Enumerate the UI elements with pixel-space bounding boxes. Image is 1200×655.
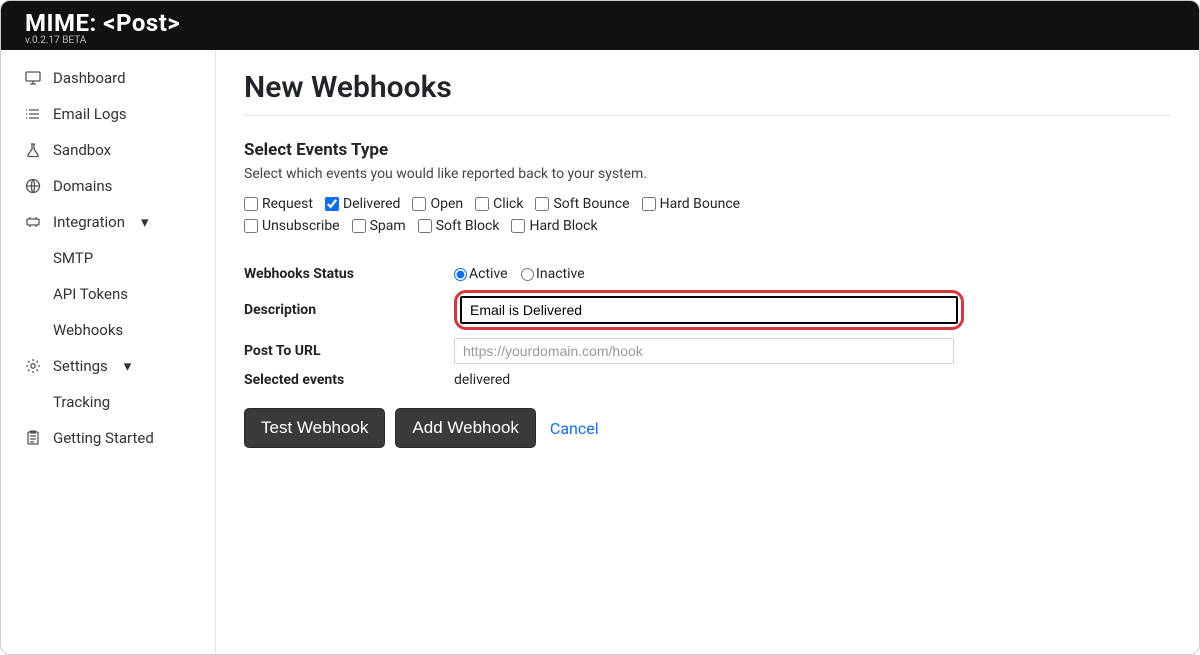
sidebar-item-label: Getting Started bbox=[53, 429, 154, 447]
sidebar-item-label: Webhooks bbox=[53, 321, 123, 339]
event-hard-block[interactable]: Hard Block bbox=[511, 218, 597, 234]
globe-icon bbox=[25, 178, 41, 194]
selected-events-value: delivered bbox=[454, 372, 1171, 388]
event-soft-block-checkbox[interactable] bbox=[418, 219, 432, 233]
sidebar-item-label: Integration bbox=[53, 213, 125, 231]
event-label: Soft Block bbox=[436, 218, 500, 234]
event-unsubscribe-checkbox[interactable] bbox=[244, 219, 258, 233]
sidebar-subitem-api-tokens[interactable]: API Tokens bbox=[9, 276, 215, 312]
status-label: Webhooks Status bbox=[244, 266, 454, 282]
events-section-desc: Select which events you would like repor… bbox=[244, 166, 1171, 182]
event-label: Hard Bounce bbox=[660, 196, 741, 212]
sidebar-item-label: Settings bbox=[53, 357, 108, 375]
status-inactive-radio[interactable] bbox=[521, 268, 534, 281]
sidebar-item-label: Dashboard bbox=[53, 69, 126, 87]
chevron-down-icon: ▾ bbox=[141, 213, 149, 231]
sidebar-subitem-webhooks[interactable]: Webhooks bbox=[9, 312, 215, 348]
event-label: Click bbox=[493, 196, 523, 212]
page-title: New Webhooks bbox=[244, 70, 1171, 105]
sidebar-item-getting-started[interactable]: Getting Started bbox=[9, 420, 215, 456]
post-url-input[interactable] bbox=[454, 338, 954, 364]
events-row-2: Unsubscribe Spam Soft Block Hard Block bbox=[244, 218, 1171, 234]
url-label: Post To URL bbox=[244, 343, 454, 359]
sidebar-item-sandbox[interactable]: Sandbox bbox=[9, 132, 215, 168]
actions-bar: Test Webhook Add Webhook Cancel bbox=[244, 408, 1171, 448]
sidebar-item-label: Sandbox bbox=[53, 141, 111, 159]
sidebar-item-integration[interactable]: Integration ▾ bbox=[9, 204, 215, 240]
chevron-down-icon: ▾ bbox=[124, 357, 132, 375]
event-spam[interactable]: Spam bbox=[352, 218, 406, 234]
status-active-radio[interactable] bbox=[454, 268, 467, 281]
event-hard-bounce[interactable]: Hard Bounce bbox=[642, 196, 741, 212]
plug-icon bbox=[25, 214, 41, 230]
event-soft-bounce-checkbox[interactable] bbox=[535, 197, 549, 211]
flask-icon bbox=[25, 142, 41, 158]
clipboard-icon bbox=[25, 430, 41, 446]
event-label: Delivered bbox=[343, 196, 400, 212]
event-click[interactable]: Click bbox=[475, 196, 523, 212]
event-click-checkbox[interactable] bbox=[475, 197, 489, 211]
event-label: Open bbox=[430, 196, 463, 212]
event-open[interactable]: Open bbox=[412, 196, 463, 212]
divider bbox=[244, 115, 1171, 116]
event-soft-bounce[interactable]: Soft Bounce bbox=[535, 196, 629, 212]
event-soft-block[interactable]: Soft Block bbox=[418, 218, 500, 234]
description-label: Description bbox=[244, 302, 454, 318]
monitor-icon bbox=[25, 70, 41, 86]
event-open-checkbox[interactable] bbox=[412, 197, 426, 211]
radio-label: Active bbox=[469, 266, 508, 282]
event-label: Soft Bounce bbox=[553, 196, 629, 212]
description-input[interactable] bbox=[460, 296, 958, 324]
sidebar-item-label: Email Logs bbox=[53, 105, 127, 123]
sidebar-item-domains[interactable]: Domains bbox=[9, 168, 215, 204]
event-request[interactable]: Request bbox=[244, 196, 313, 212]
event-label: Request bbox=[262, 196, 313, 212]
sidebar-item-label: Domains bbox=[53, 177, 112, 195]
event-delivered-checkbox[interactable] bbox=[325, 197, 339, 211]
cancel-link[interactable]: Cancel bbox=[550, 419, 599, 438]
sidebar: Dashboard Email Logs Sandbox Domains Int… bbox=[1, 50, 216, 654]
events-section-title: Select Events Type bbox=[244, 140, 1171, 160]
sidebar-item-label: API Tokens bbox=[53, 285, 128, 303]
selected-events-label: Selected events bbox=[244, 372, 454, 388]
description-highlight bbox=[454, 290, 964, 330]
test-webhook-button[interactable]: Test Webhook bbox=[244, 408, 385, 448]
radio-label: Inactive bbox=[536, 266, 585, 282]
app-header: MIME: <Post> v.0.2.17 BETA bbox=[1, 1, 1199, 50]
sidebar-subitem-smtp[interactable]: SMTP bbox=[9, 240, 215, 276]
event-spam-checkbox[interactable] bbox=[352, 219, 366, 233]
status-inactive-option[interactable]: Inactive bbox=[521, 266, 585, 282]
list-icon bbox=[25, 106, 41, 122]
sidebar-subitem-tracking[interactable]: Tracking bbox=[9, 384, 215, 420]
sidebar-item-settings[interactable]: Settings ▾ bbox=[9, 348, 215, 384]
status-active-option[interactable]: Active bbox=[454, 266, 508, 282]
event-unsubscribe[interactable]: Unsubscribe bbox=[244, 218, 340, 234]
status-radio-group: Active Inactive bbox=[454, 266, 1171, 282]
event-label: Unsubscribe bbox=[262, 218, 340, 234]
sidebar-item-dashboard[interactable]: Dashboard bbox=[9, 60, 215, 96]
event-request-checkbox[interactable] bbox=[244, 197, 258, 211]
sidebar-item-email-logs[interactable]: Email Logs bbox=[9, 96, 215, 132]
events-row-1: Request Delivered Open Click Soft Bounce… bbox=[244, 196, 1171, 212]
brand-title: MIME: <Post> bbox=[25, 9, 1175, 37]
main-content: New Webhooks Select Events Type Select w… bbox=[216, 50, 1199, 654]
event-label: Hard Block bbox=[529, 218, 597, 234]
gear-icon bbox=[25, 358, 41, 374]
brand-version: v.0.2.17 BETA bbox=[25, 35, 1175, 46]
event-hard-block-checkbox[interactable] bbox=[511, 219, 525, 233]
add-webhook-button[interactable]: Add Webhook bbox=[395, 408, 535, 448]
event-label: Spam bbox=[370, 218, 406, 234]
event-hard-bounce-checkbox[interactable] bbox=[642, 197, 656, 211]
sidebar-item-label: Tracking bbox=[53, 393, 110, 411]
sidebar-item-label: SMTP bbox=[53, 249, 93, 267]
event-delivered[interactable]: Delivered bbox=[325, 196, 400, 212]
